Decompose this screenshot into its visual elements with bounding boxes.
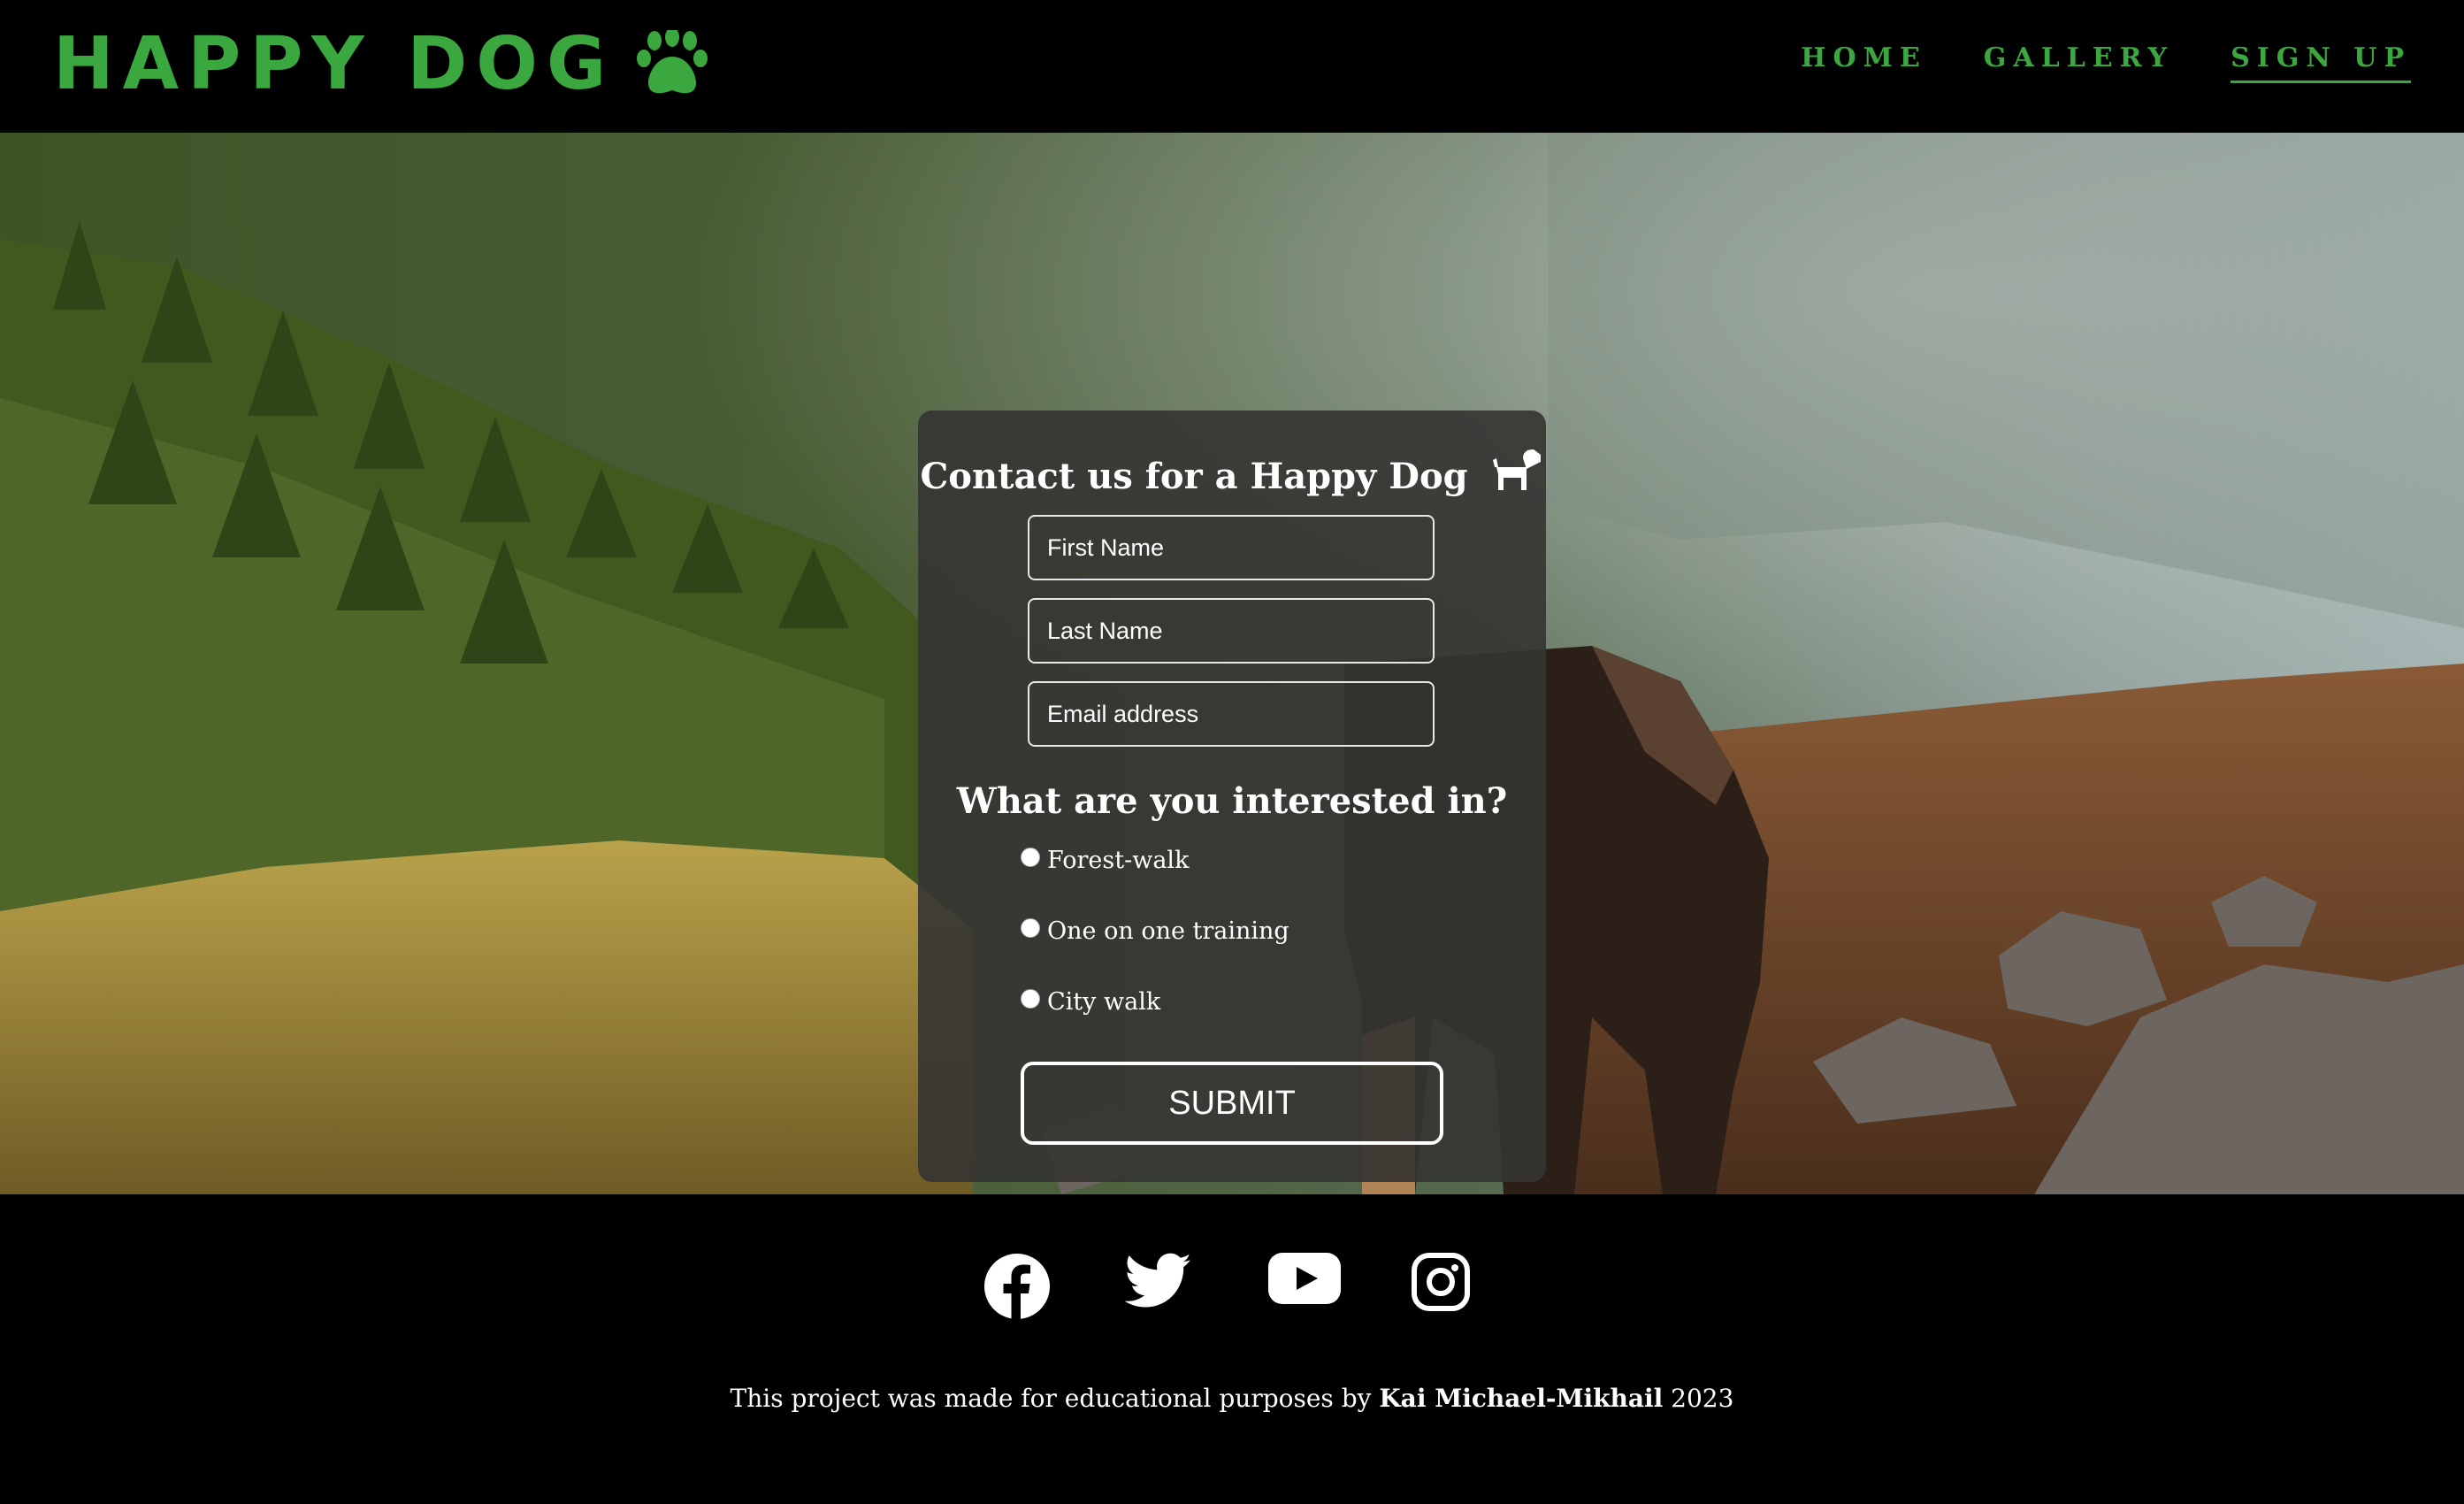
option-city-walk[interactable]: City walk xyxy=(1021,984,1160,1019)
youtube-icon[interactable] xyxy=(1268,1253,1341,1304)
email-input[interactable] xyxy=(1028,681,1435,747)
first-name-input[interactable] xyxy=(1028,515,1435,580)
brand-logo[interactable]: HAPPY DOG xyxy=(53,19,708,108)
nav-gallery[interactable]: GALLERY xyxy=(1984,42,2174,83)
last-name-field-wrap xyxy=(1028,598,1435,664)
footer-credit: This project was made for educational pu… xyxy=(0,1384,2464,1413)
instagram-icon[interactable] xyxy=(1412,1253,1470,1311)
option-label: City walk xyxy=(1047,987,1161,1016)
radio-city-walk[interactable] xyxy=(1021,989,1040,1009)
contact-form-card: Contact us for a Happy Dog What xyxy=(918,411,1546,1182)
option-forest-walk[interactable]: Forest-walk xyxy=(1021,842,1189,878)
twitter-icon[interactable] xyxy=(1125,1253,1192,1309)
dog-icon xyxy=(1492,448,1544,503)
option-label: One on one training xyxy=(1047,917,1289,945)
interest-heading: What are you interested in? xyxy=(956,780,1508,822)
first-name-field-wrap xyxy=(1028,515,1435,580)
option-one-on-one-training[interactable]: One on one training xyxy=(1021,913,1289,948)
email-field-wrap xyxy=(1028,681,1435,747)
radio-forest-walk[interactable] xyxy=(1021,848,1040,867)
credit-prefix: This project was made for educational pu… xyxy=(730,1384,1372,1413)
facebook-icon[interactable] xyxy=(983,1253,1051,1320)
paw-icon xyxy=(636,30,708,97)
credit-year: 2023 xyxy=(1671,1384,1734,1413)
brand-name: HAPPY DOG xyxy=(53,21,616,106)
last-name-input[interactable] xyxy=(1028,598,1435,664)
nav-home[interactable]: HOME xyxy=(1801,42,1927,83)
form-title-text: Contact us for a Happy Dog xyxy=(920,456,1468,497)
footer: This project was made for educational pu… xyxy=(0,1194,2464,1504)
nav-sign-up[interactable]: SIGN UP xyxy=(2231,42,2411,83)
nav-menu: HOME GALLERY SIGN UP xyxy=(1801,42,2411,83)
submit-button[interactable]: SUBMIT xyxy=(1021,1062,1443,1145)
form-title: Contact us for a Happy Dog xyxy=(918,448,1546,503)
option-label: Forest-walk xyxy=(1047,846,1190,874)
radio-one-on-one-training[interactable] xyxy=(1021,918,1040,938)
credit-author: Kai Michael-Mikhail xyxy=(1379,1384,1664,1413)
navbar: HAPPY DOG HOME GALLERY SIGN UP xyxy=(0,0,2464,133)
hero-section: Contact us for a Happy Dog What xyxy=(0,133,2464,1194)
